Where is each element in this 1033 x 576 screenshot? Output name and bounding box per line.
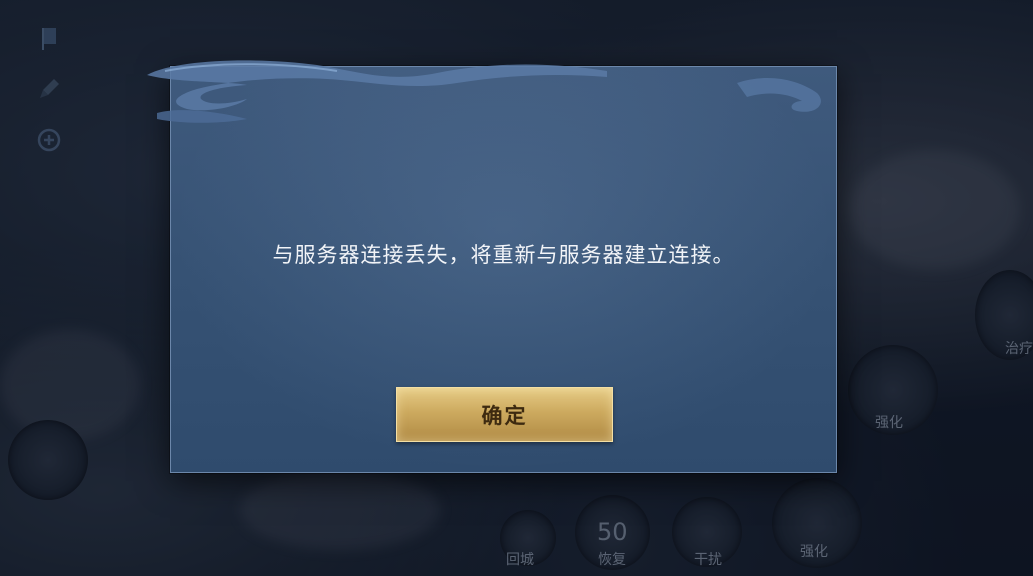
connection-lost-dialog: 与服务器连接丢失，将重新与服务器建立连接。 确定 xyxy=(147,60,837,473)
game-scene: 回城 50 恢复 干扰 强化 强化 治疗 与服务器连接丢失，将重新与服务器建立连… xyxy=(0,0,1033,576)
confirm-button-label: 确定 xyxy=(481,403,528,428)
confirm-button[interactable]: 确定 xyxy=(396,387,613,442)
connection-lost-message: 与服务器连接丢失，将重新与服务器建立连接。 xyxy=(272,243,735,267)
